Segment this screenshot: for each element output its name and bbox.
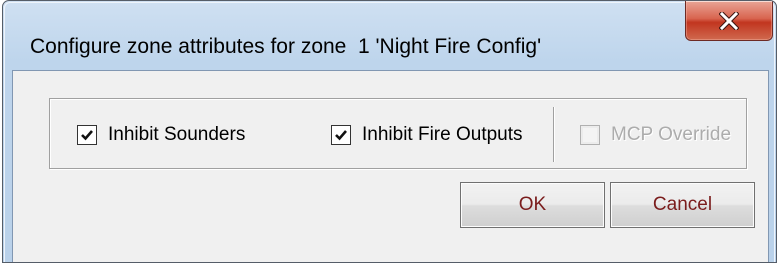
options-group: Inhibit Sounders Inhibit Fire Outputs MC… bbox=[49, 98, 747, 169]
inhibit-fire-outputs-checkbox[interactable] bbox=[331, 124, 351, 145]
mcp-override-label: MCP Override bbox=[611, 123, 732, 145]
close-x-icon bbox=[719, 11, 739, 30]
dialog-title: Configure zone attributes for zone 1 'Ni… bbox=[30, 35, 542, 58]
mcp-override-option: MCP Override bbox=[580, 99, 731, 170]
inhibit-sounders-label: Inhibit Sounders bbox=[108, 123, 246, 145]
zone-attributes-dialog: Configure zone attributes for zone 1 'Ni… bbox=[2, 0, 777, 263]
checkmark-icon bbox=[81, 129, 93, 140]
options-separator bbox=[553, 107, 555, 162]
ok-button[interactable]: OK bbox=[460, 182, 605, 228]
cancel-button[interactable]: Cancel bbox=[610, 182, 755, 228]
inhibit-sounders-checkbox[interactable] bbox=[77, 124, 97, 145]
inhibit-sounders-option[interactable]: Inhibit Sounders bbox=[77, 99, 245, 170]
close-button[interactable] bbox=[685, 1, 773, 41]
dialog-body: Inhibit Sounders Inhibit Fire Outputs MC… bbox=[12, 70, 769, 262]
inhibit-fire-outputs-label: Inhibit Fire Outputs bbox=[362, 123, 523, 145]
inhibit-fire-outputs-option[interactable]: Inhibit Fire Outputs bbox=[331, 99, 523, 170]
mcp-override-checkbox bbox=[580, 124, 600, 145]
checkmark-icon bbox=[335, 129, 347, 140]
